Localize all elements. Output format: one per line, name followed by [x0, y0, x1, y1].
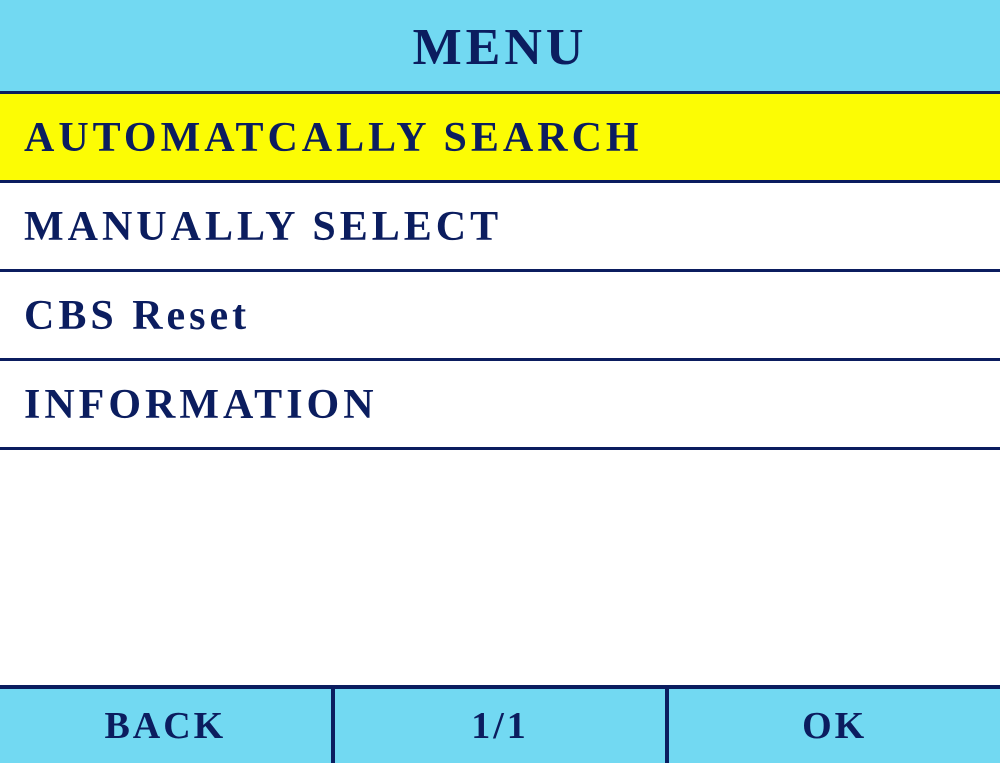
ok-button[interactable]: OK [669, 689, 1000, 763]
menu-list: AUTOMATCALLY SEARCH MANUALLY SELECT CBS … [0, 91, 1000, 685]
page-title: MENU [0, 0, 1000, 91]
menu-item-manually-select[interactable]: MANUALLY SELECT [0, 183, 1000, 272]
menu-item-information[interactable]: INFORMATION [0, 361, 1000, 450]
menu-item-cbs-reset[interactable]: CBS Reset [0, 272, 1000, 361]
screen: MENU AUTOMATCALLY SEARCH MANUALLY SELECT… [0, 0, 1000, 763]
page-indicator: 1/1 [335, 689, 670, 763]
footer-bar: BACK 1/1 OK [0, 685, 1000, 763]
back-button[interactable]: BACK [0, 689, 335, 763]
menu-item-automatically-search[interactable]: AUTOMATCALLY SEARCH [0, 94, 1000, 183]
